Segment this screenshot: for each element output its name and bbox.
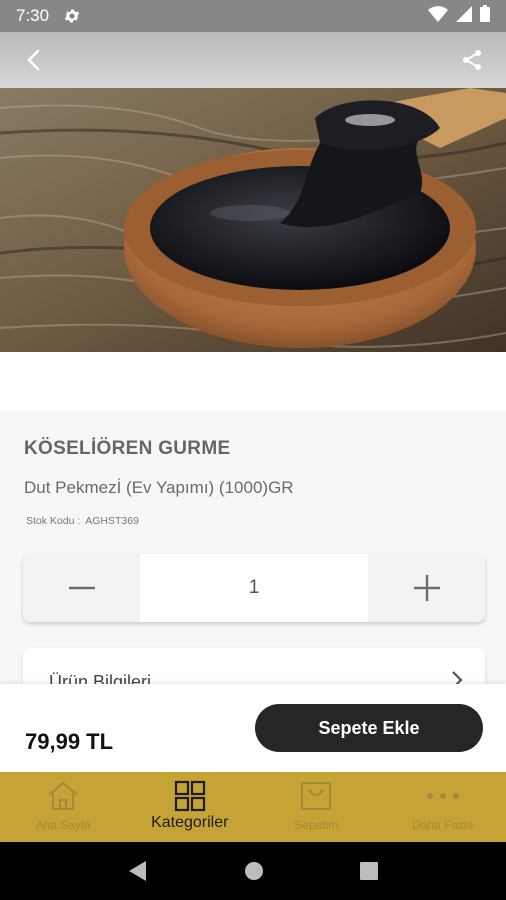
add-to-cart-button[interactable]: Sepete Ekle — [255, 704, 483, 752]
nav-more-label: Daha Fazla — [412, 818, 474, 832]
grid-icon — [174, 780, 206, 812]
app-bar — [0, 32, 506, 88]
price: 79,99 TL — [25, 729, 114, 754]
nav-categories[interactable]: Kategoriler — [127, 772, 254, 842]
quantity-stepper: 1 — [23, 554, 485, 622]
decrease-quantity-button[interactable] — [23, 554, 140, 622]
more-icon — [426, 780, 460, 812]
status-time: 7:30 — [16, 6, 50, 25]
nav-cart[interactable]: Sepetim — [253, 772, 380, 842]
increase-quantity-button[interactable] — [368, 554, 485, 622]
plus-icon — [413, 575, 440, 601]
nav-home-label: Ana Sayfa — [35, 818, 91, 832]
status-bar: 7:30 — [0, 0, 506, 32]
purchase-bar: 79,99 TL Sepete Ekle — [0, 684, 506, 772]
sku-value: AGHST369 — [85, 515, 139, 527]
nav-home[interactable]: Ana Sayfa — [0, 772, 127, 842]
system-home-icon[interactable] — [244, 861, 264, 881]
nav-more[interactable]: Daha Fazla — [380, 772, 506, 842]
chevron-left-icon — [27, 49, 40, 71]
system-recents-icon[interactable] — [360, 862, 378, 880]
quantity-value[interactable]: 1 — [140, 554, 368, 622]
signal-icon — [456, 5, 472, 27]
product-details: KÖSELİÖREN GURME Dut Pekmezİ (Ev Yapımı)… — [0, 410, 506, 708]
system-back-icon[interactable] — [128, 860, 148, 882]
minus-icon — [68, 586, 95, 590]
image-spacer — [0, 352, 506, 410]
product-image — [0, 88, 506, 352]
sku-label: Stok Kodu : — [26, 515, 81, 527]
screen: 7:30 KÖSELİÖREN GURME Dut Pekmezİ (Ev Ya… — [0, 0, 506, 900]
share-button[interactable] — [454, 42, 490, 78]
home-icon — [46, 780, 80, 812]
settings-gear-icon — [63, 7, 81, 25]
back-button[interactable] — [16, 42, 52, 78]
cart-icon — [300, 780, 332, 812]
system-navigation-bar — [0, 842, 506, 900]
nav-categories-label: Kategoriler — [151, 814, 229, 831]
sku-line: Stok Kodu : AGHST369 — [24, 515, 139, 527]
bottom-navigation: Ana Sayfa Kategoriler Sepetim Daha Fazla — [0, 772, 506, 842]
status-icons — [428, 5, 490, 27]
battery-icon — [480, 5, 490, 27]
product-brand: KÖSELİÖREN GURME — [24, 438, 231, 459]
molasses-bowl-illustration — [0, 88, 506, 352]
nav-cart-label: Sepetim — [294, 818, 339, 832]
share-icon — [463, 50, 481, 70]
wifi-icon — [428, 5, 448, 27]
product-name: Dut Pekmezİ (Ev Yapımı) (1000)GR — [24, 478, 294, 497]
